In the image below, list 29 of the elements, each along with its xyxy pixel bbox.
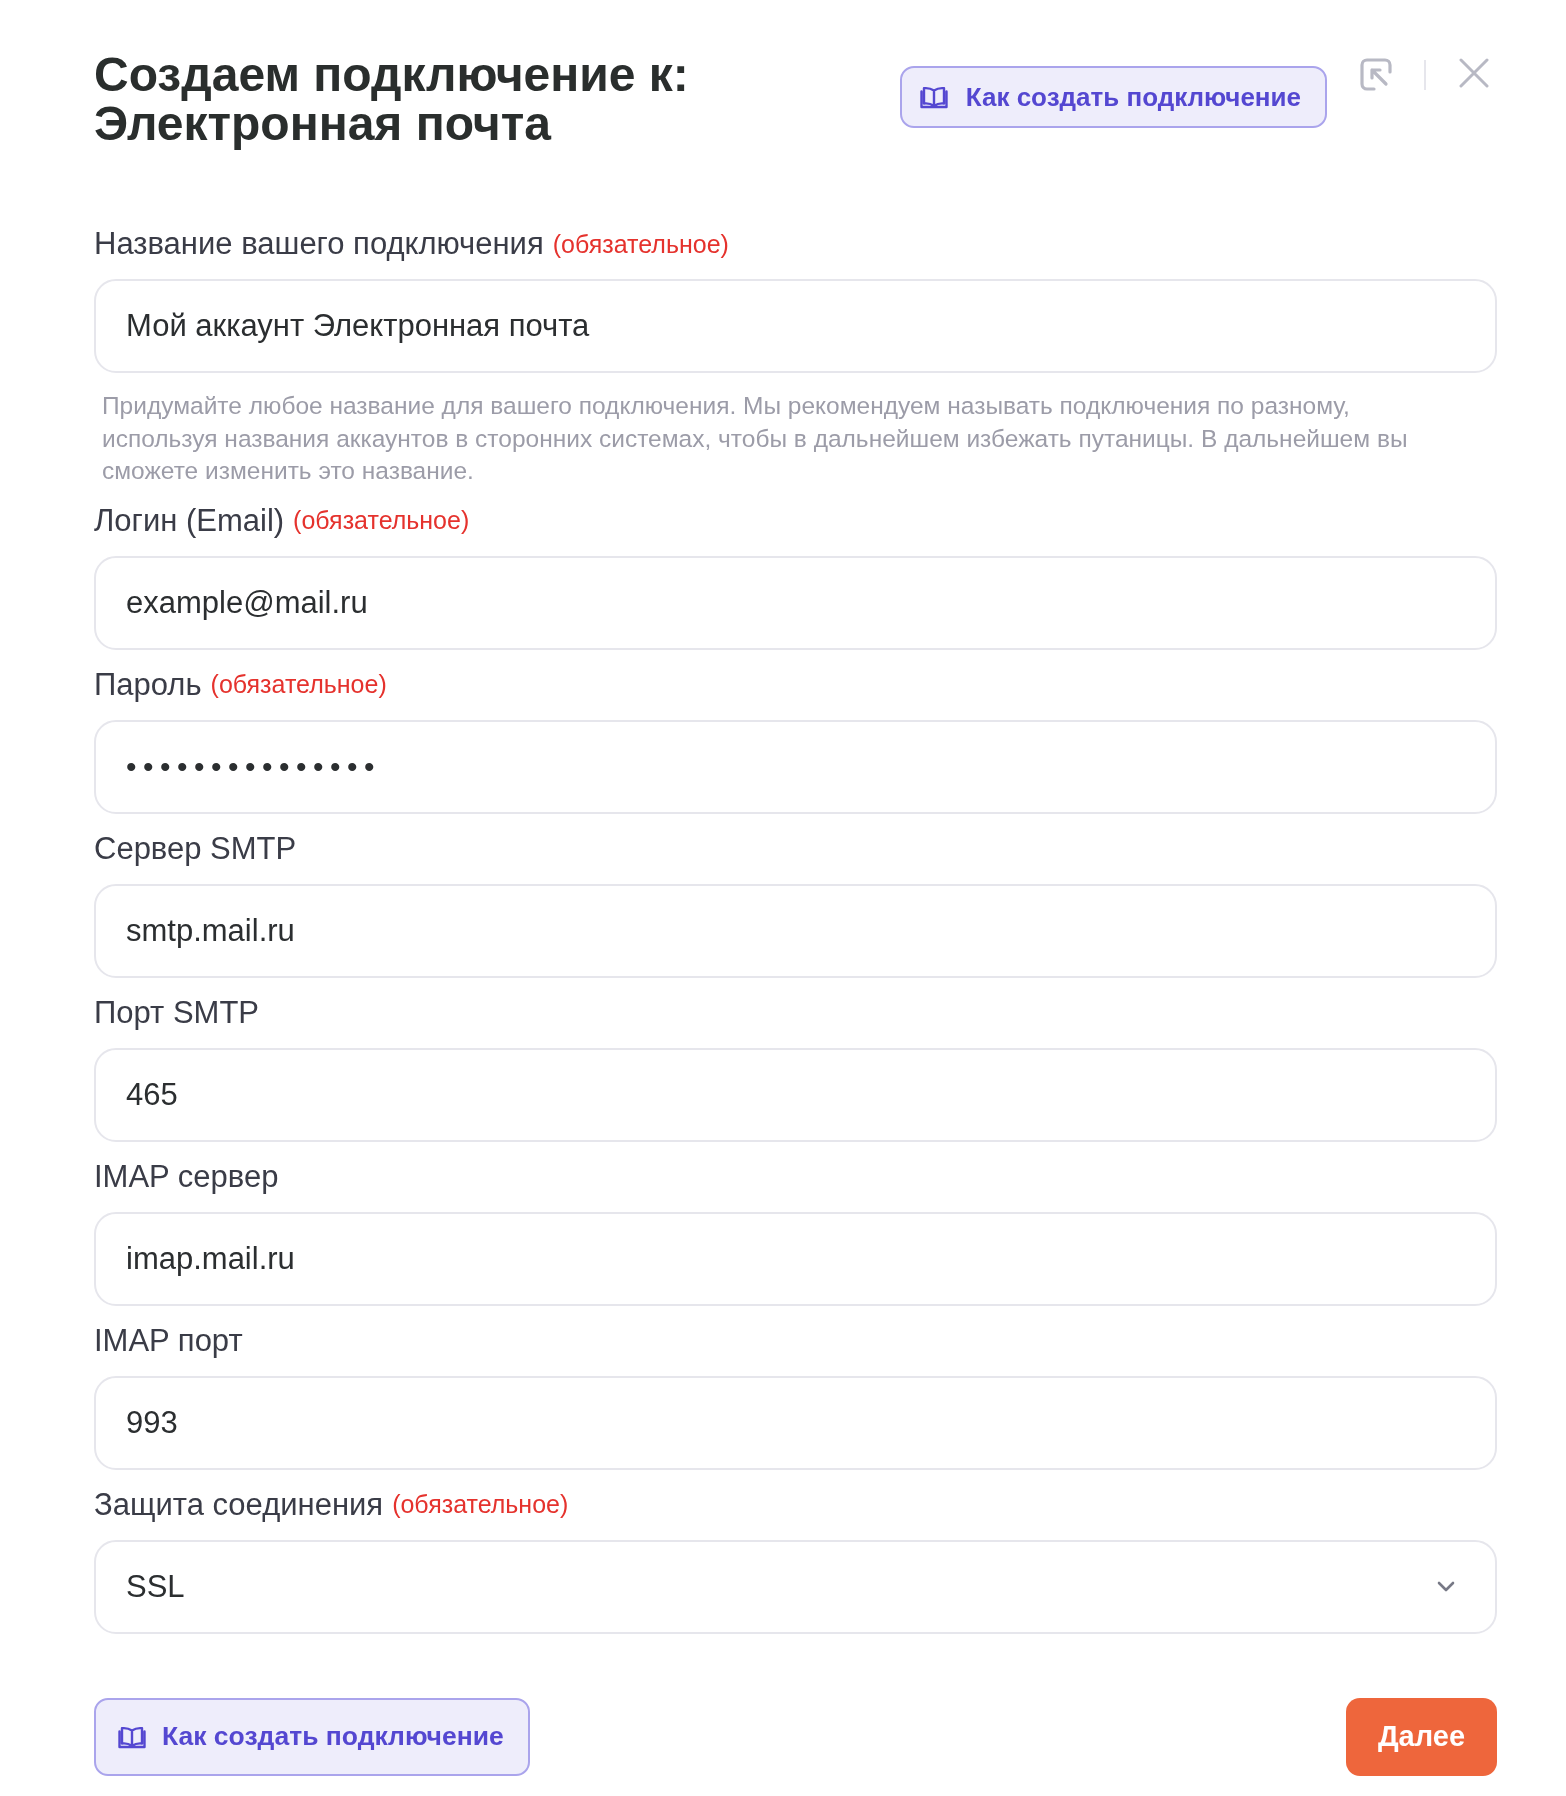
text-input[interactable]: imap.mail.ru	[94, 1211, 1497, 1306]
field-label: IMAP порт	[94, 1322, 243, 1359]
required-note: (обязательное)	[392, 1490, 569, 1519]
book-icon	[919, 85, 948, 109]
text-input[interactable]: smtp.mail.ru	[94, 883, 1497, 978]
text-input[interactable]: Мой аккаунт Электронная почта	[94, 279, 1497, 373]
text-input[interactable]: 465	[94, 1047, 1497, 1142]
close-icon[interactable]	[1459, 58, 1489, 88]
dialog-title: Создаем подключение к: Электронная почта	[94, 50, 690, 148]
required-note: (обязательное)	[552, 229, 729, 259]
field-label: IMAP сервер	[94, 1158, 279, 1195]
required-note: (обязательное)	[210, 670, 387, 699]
field-label: Защита соединения	[94, 1486, 384, 1523]
help-button[interactable]: Как создать подключение	[899, 66, 1327, 128]
help-button[interactable]: Как создать подключение	[94, 1697, 530, 1776]
text-input[interactable]: 993	[94, 1375, 1497, 1470]
field-label: Логин (Email)	[94, 502, 285, 539]
select-field[interactable]: SSL	[94, 1539, 1497, 1634]
required-note: (обязательное)	[293, 506, 470, 535]
hint-text: Придумайте любое название для вашего подключения. Мы рекомендуем называть подключения по разному, используя названия аккаунтов в сторонних системах, чтобы в дальнейшем избежать путаницы. В дальнейшем вы сможете изменить это название.	[102, 391, 1409, 486]
password-input[interactable]: •••••••••••••••	[94, 719, 1497, 814]
text-input[interactable]: example@mail.ru	[94, 555, 1497, 650]
field-label: Сервер SMTP	[94, 830, 297, 867]
book-icon	[118, 1724, 146, 1749]
field-label: Порт SMTP	[94, 994, 259, 1031]
chevron-down-icon	[1437, 1581, 1455, 1592]
field-label: Пароль	[94, 666, 202, 703]
collapse-icon[interactable]	[1359, 57, 1393, 92]
field-label: Название вашего подключения	[94, 226, 544, 262]
